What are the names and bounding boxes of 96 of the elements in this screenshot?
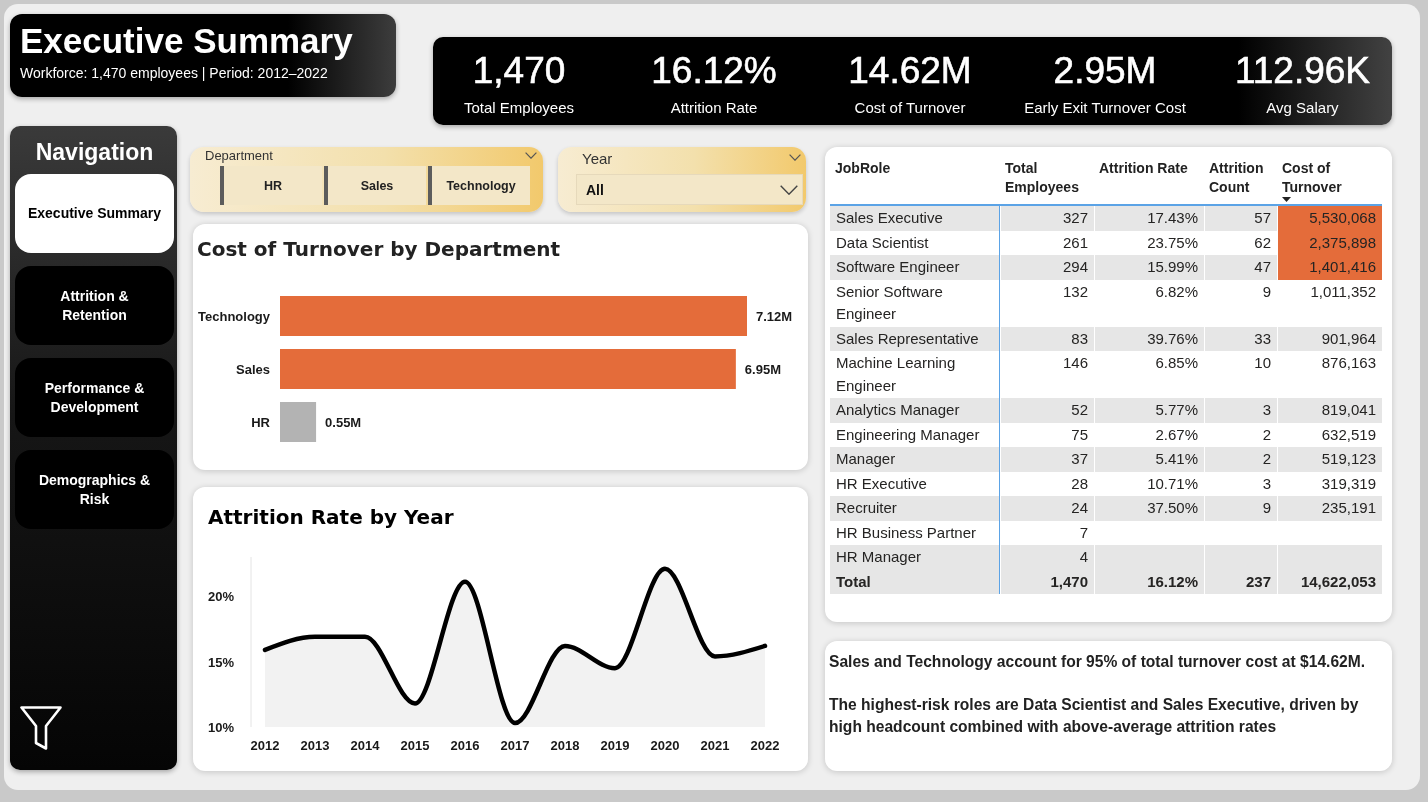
table-cell: 132	[1000, 279, 1094, 327]
value-label: 0.55M	[325, 415, 362, 430]
category-label: Technology	[198, 309, 270, 324]
table-cell: 235,191	[1277, 496, 1382, 521]
table-cell: 39.76%	[1094, 326, 1204, 351]
table-cell: 3	[1204, 398, 1277, 423]
slicer-option[interactable]: HR	[220, 166, 322, 205]
table-cell: HR Manager	[830, 545, 1000, 570]
chevron-down-icon[interactable]	[789, 154, 801, 161]
table-cell: 9	[1204, 496, 1277, 521]
navigation-title: Navigation	[35, 138, 154, 167]
kpi-label: Cost of Turnover	[854, 99, 966, 117]
table-cell: Manager	[830, 447, 1000, 472]
kpi-value: 1,470	[472, 50, 566, 92]
kpi-value: 112.96K	[1234, 50, 1371, 92]
slicer-option[interactable]: Technology	[428, 166, 530, 205]
summary-text: The highest-risk roles are Data Scientist and Sales Executive, driven by high headcount combined with above-average attrition rates	[829, 695, 1360, 737]
table-cell: 37	[1000, 447, 1094, 472]
total-cell: 237	[1204, 569, 1277, 594]
table-cell: 57	[1204, 206, 1277, 231]
axis-tick-label: 2015	[400, 738, 430, 753]
axis-tick-label: 2020	[650, 738, 680, 753]
table-cell: Analytics Manager	[830, 398, 1000, 423]
kpi-label: Attrition Rate	[670, 99, 758, 117]
kpi-value: 16.12%	[651, 50, 777, 92]
table-cell: 9	[1204, 279, 1277, 327]
value-label: 6.95M	[744, 362, 781, 377]
axis-tick-label: 2022	[750, 738, 780, 753]
axis-tick-label: 2014	[350, 738, 380, 753]
page-title: Executive Summary	[20, 21, 353, 61]
axis-tick-label: 2021	[700, 738, 730, 753]
table-cell: 1,011,352	[1277, 279, 1382, 327]
table-cell: 1,401,416	[1277, 255, 1382, 280]
table-cell: Sales Representative	[830, 326, 1000, 351]
table-cell: 5,530,068	[1277, 206, 1382, 231]
value-label: 7.12M	[756, 309, 793, 324]
bar	[280, 402, 317, 442]
axis-tick-label: 2013	[300, 738, 330, 753]
table-cell: 2,375,898	[1277, 230, 1382, 255]
nav-button[interactable]: Attrition & Retention	[15, 266, 174, 345]
kpi-label: Avg Salary	[1266, 99, 1339, 117]
axis-tick-label: 2017	[500, 738, 530, 753]
axis-tick-label: 20%	[208, 589, 235, 605]
table-cell: Sales Executive	[830, 206, 1000, 231]
table-cell: 327	[1000, 206, 1094, 231]
table-cell: 15.99%	[1094, 255, 1204, 280]
category-label: HR	[251, 415, 270, 430]
table-cell: 17.43%	[1094, 206, 1204, 231]
nav-button[interactable]: Executive Summary	[15, 174, 174, 253]
kpi-label: Total Employees	[463, 99, 575, 117]
table-cell: 47	[1204, 255, 1277, 280]
table-cell: 4	[1000, 545, 1094, 570]
table-cell: 33	[1204, 326, 1277, 351]
total-cell: 1,470	[1000, 569, 1094, 594]
nav-button[interactable]: Demographics & Risk	[15, 450, 174, 529]
table-cell: Senior Software Engineer	[830, 279, 1000, 327]
table-cell: 24	[1000, 496, 1094, 521]
chevron-down-icon[interactable]	[525, 152, 537, 159]
table-cell: 519,123	[1277, 447, 1382, 472]
slicer-option[interactable]: Sales	[324, 166, 426, 205]
slicer-title: Year	[582, 150, 613, 168]
sort-descending-icon	[1282, 197, 1291, 202]
filter-icon[interactable]	[20, 706, 62, 750]
chart-title: Cost of Turnover by Department	[197, 236, 561, 262]
axis-tick-label: 10%	[208, 720, 235, 735]
table-cell: 83	[1000, 326, 1094, 351]
table-cell: 6.82%	[1094, 279, 1204, 327]
chart-title: Attrition Rate by Year	[208, 504, 454, 530]
nav-button[interactable]: Performance & Development	[15, 358, 174, 437]
axis-tick-label: 15%	[208, 654, 235, 670]
table-cell: 819,041	[1277, 398, 1382, 423]
kpi-value: 14.62M	[848, 50, 972, 92]
table-cell: 5.77%	[1094, 398, 1204, 423]
table-cell: 5.41%	[1094, 447, 1204, 472]
slicer-title: Department	[205, 148, 273, 164]
category-label: Sales	[236, 362, 270, 377]
table-cell: 901,964	[1277, 326, 1382, 351]
total-cell: 14,622,053	[1277, 569, 1382, 594]
table-cell: 2	[1204, 447, 1277, 472]
year-dropdown[interactable]: All	[576, 174, 803, 205]
table-cell: 52	[1000, 398, 1094, 423]
kpi-label: Early Exit Turnover Cost	[1024, 99, 1186, 117]
table-cell: Software Engineer	[830, 255, 1000, 280]
chevron-down-icon	[780, 184, 798, 195]
table-cell: 37.50%	[1094, 496, 1204, 521]
total-cell: 16.12%	[1094, 569, 1204, 594]
axis-tick-label: 2018	[550, 738, 580, 753]
axis-tick-label: 2016	[450, 738, 480, 753]
kpi-value: 2.95M	[1053, 50, 1157, 92]
table-cell: 294	[1000, 255, 1094, 280]
axis-tick-label: 2019	[600, 738, 630, 753]
summary-text: Sales and Technology account for 95% of total turnover cost at $14.62M.	[829, 652, 1367, 672]
page-subtitle: Workforce: 1,470 employees | Period: 2012–2022	[20, 64, 328, 82]
total-cell: Total	[830, 569, 1000, 594]
axis-tick-label: 2012	[250, 738, 280, 753]
table-cell: Recruiter	[830, 496, 1000, 521]
